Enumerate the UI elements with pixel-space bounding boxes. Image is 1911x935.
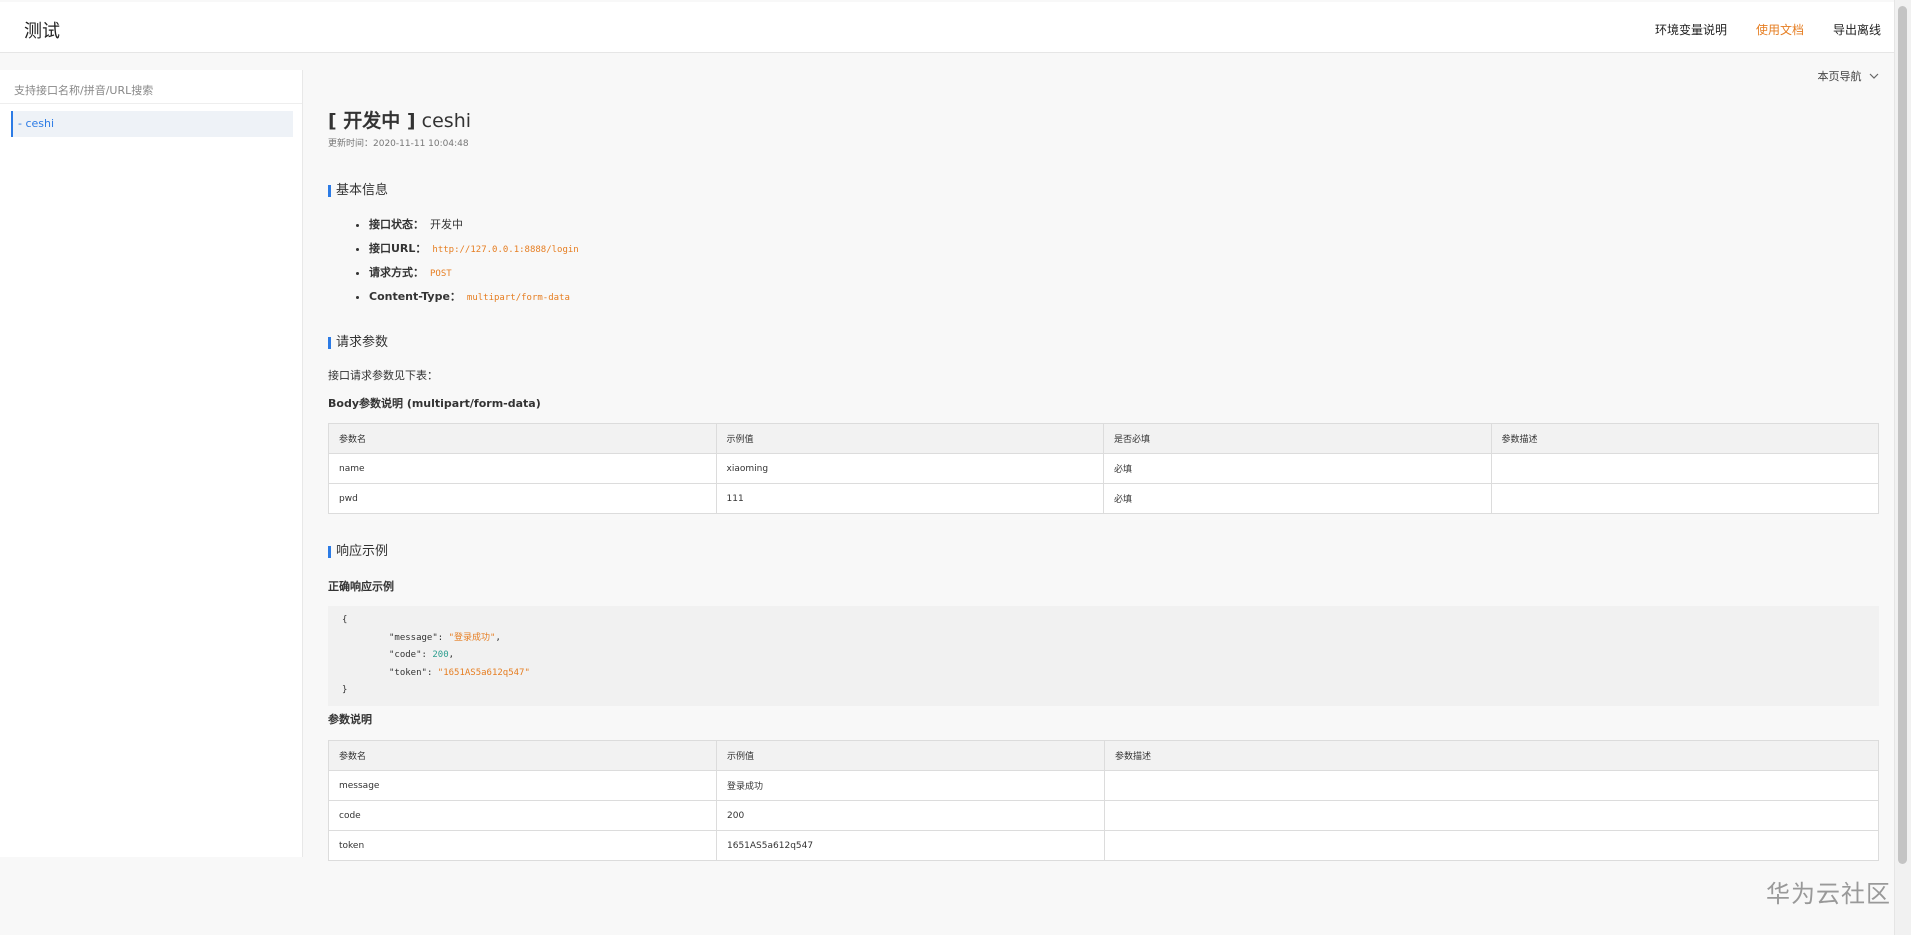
sidebar-item-ceshi[interactable]: - ceshi [11,111,293,137]
table-cell: name [328,453,717,484]
info-url: 接口URL： http://127.0.0.1:8888/login [369,240,579,264]
update-time: 更新时间：2020-11-11 10:04:48 [328,139,469,149]
json-key: "token" [389,667,427,678]
table-cell: 登录成功 [716,770,1105,801]
nav-env-vars[interactable]: 环境变量说明 [1655,21,1727,38]
table-header-row: 参数名 示例值 参数描述 [328,740,1879,771]
column-header: 参数描述 [1104,740,1879,771]
table-row: name xiaoming 必填 [328,453,1879,484]
info-label: 请求方式： [369,266,424,279]
nav-export-offline[interactable]: 导出离线 [1833,21,1881,38]
table-cell [1104,830,1879,861]
table-cell: 必填 [1103,483,1492,514]
basic-info-list: 接口状态： 开发中 接口URL： http://127.0.0.1:8888/log… [328,216,579,312]
app-title: 测试 [24,21,60,42]
json-sep: , [448,650,455,660]
watermark: 华为云社区 [1766,880,1891,908]
table-cell [1104,800,1879,831]
chevron-down-icon [1869,73,1879,79]
section-request-params: 请求参数 [328,336,388,349]
code-line: "message": "登录成功", [389,632,501,643]
scrollbar[interactable] [1894,0,1911,935]
response-params-table: 参数名 示例值 参数描述 message 登录成功 code 200 token… [328,740,1879,861]
response-code-block: { "message": "登录成功", "code": 200, "token… [328,606,1879,706]
info-status: 接口状态： 开发中 [369,216,579,240]
column-header: 是否必填 [1103,423,1492,454]
json-sep: , [495,632,501,643]
request-params-table: 参数名 示例值 是否必填 参数描述 name xiaoming 必填 pwd 1… [328,423,1879,514]
table-row: message 登录成功 [328,770,1879,801]
info-method: 请求方式： POST [369,264,579,288]
json-key: "code" [389,650,422,660]
info-label: 接口URL： [369,242,427,255]
table-cell: 111 [715,483,1104,514]
json-value: "登录成功" [448,632,496,643]
page-title: [ 开发中 ] ceshi [328,106,471,133]
top-bar: 测试 环境变量说明 使用文档 导出离线 [0,2,1895,53]
info-label: Content-Type： [369,290,461,303]
api-status-label: [ 开发中 ] [328,110,416,132]
code-line: "token": "1651AS5a612q547" [389,667,530,678]
table-row: code 200 [328,800,1879,831]
section-response-example: 响应示例 [328,545,388,558]
code-line: "code": 200, [389,650,455,660]
code-line: } [342,685,348,695]
table-cell: 1651AS5a612q547 [716,830,1105,861]
request-note: 接口请求参数见下表： [328,369,438,382]
ok-response-title: 正确响应示例 [328,580,394,593]
table-cell [1104,770,1879,801]
table-cell: token [328,830,717,861]
column-header: 参数名 [328,423,717,454]
sidebar: 支持接口名称/拼音/URL搜索 - ceshi [0,70,303,857]
json-value: 200 [432,650,449,660]
column-header: 示例值 [716,740,1105,771]
table-cell: xiaoming [715,453,1104,484]
info-label: 接口状态： [369,218,424,231]
table-header-row: 参数名 示例值 是否必填 参数描述 [328,423,1879,454]
scroll-thumb[interactable] [1898,6,1907,864]
info-content-type: Content-Type： multipart/form-data [369,288,579,312]
table-cell: 必填 [1103,453,1492,484]
section-basic-info: 基本信息 [328,184,388,197]
page-nav-dropdown[interactable]: 本页导航 [1818,68,1880,84]
info-value: 开发中 [430,218,463,231]
column-header: 示例值 [715,423,1104,454]
nav-docs[interactable]: 使用文档 [1756,21,1804,38]
column-header: 参数描述 [1490,423,1879,454]
info-value: http://127.0.0.1:8888/login [432,245,579,255]
json-value: "1651AS5a612q547" [437,667,530,678]
info-value: multipart/form-data [466,293,570,303]
table-cell: code [328,800,717,831]
table-cell [1490,453,1879,484]
response-params-title: 参数说明 [328,713,372,726]
table-cell: 200 [716,800,1105,831]
table-cell: pwd [328,483,717,514]
body-params-title: Body参数说明 (multipart/form-data) [328,397,541,410]
top-nav: 环境变量说明 使用文档 导出离线 [1655,21,1881,38]
info-value: POST [430,269,452,279]
table-cell: message [328,770,717,801]
table-row: token 1651AS5a612q547 [328,830,1879,861]
json-key: "message" [389,632,438,643]
search-input[interactable]: 支持接口名称/拼音/URL搜索 [0,70,302,104]
column-header: 参数名 [328,740,717,771]
page-nav-label: 本页导航 [1817,70,1862,83]
table-row: pwd 111 必填 [328,483,1879,514]
table-cell [1490,483,1879,514]
code-line: { [342,615,348,625]
api-name: ceshi [421,110,472,132]
